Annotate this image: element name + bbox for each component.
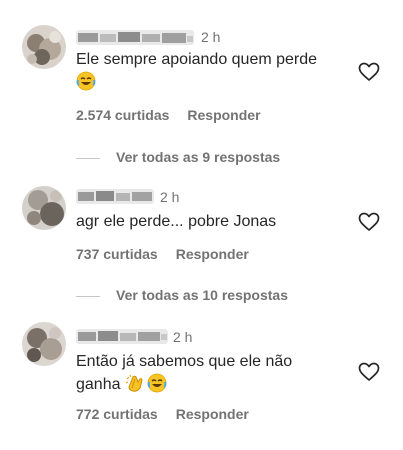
avatar[interactable] <box>22 25 66 69</box>
reply-button[interactable]: Responder <box>176 406 249 422</box>
reply-button[interactable]: Responder <box>176 246 249 262</box>
comment-text: Então já sabemos que ele não ganha <box>76 351 346 396</box>
face-with-tears-of-joy-icon <box>76 71 96 91</box>
comment-meta: 737 curtidas Responder <box>76 246 249 262</box>
view-replies-button[interactable]: Ver todas as 9 respostas <box>76 149 280 165</box>
comment-meta: 772 curtidas Responder <box>76 406 249 422</box>
avatar[interactable] <box>22 186 66 230</box>
likes-count[interactable]: 772 curtidas <box>76 406 158 422</box>
username-blurred[interactable] <box>76 189 154 204</box>
reply-button[interactable]: Responder <box>187 107 260 123</box>
comment-time: 2 h <box>160 189 180 205</box>
comment-text: Ele sempre apoiando quem perde <box>76 49 346 94</box>
view-replies-label: Ver todas as 10 respostas <box>116 287 288 303</box>
likes-count[interactable]: 2.574 curtidas <box>76 107 169 123</box>
comment-text-line-1: Então já sabemos que ele não <box>76 353 293 370</box>
comment-text-content: Ele sempre apoiando quem perde <box>76 51 318 68</box>
comment-text-content: agr ele perde... pobre Jonas <box>76 213 277 230</box>
comment-text: agr ele perde... pobre Jonas <box>76 211 346 233</box>
view-replies-label: Ver todas as 9 respostas <box>116 149 281 165</box>
username-blurred[interactable] <box>76 30 194 45</box>
clapping-hands-icon <box>125 373 145 393</box>
username-blurred[interactable] <box>76 329 168 344</box>
view-replies-button[interactable]: Ver todas as 10 respostas <box>76 287 288 303</box>
likes-count[interactable]: 737 curtidas <box>76 246 158 262</box>
avatar[interactable] <box>22 322 66 366</box>
comment-text-line-2: ganha <box>76 376 121 393</box>
comment-time: 2 h <box>201 29 221 45</box>
comment-meta: 2.574 curtidas Responder <box>76 107 261 123</box>
like-heart-icon[interactable] <box>358 212 380 232</box>
divider-line <box>76 295 100 297</box>
like-heart-icon[interactable] <box>358 62 380 82</box>
like-heart-icon[interactable] <box>358 362 380 382</box>
divider-line <box>76 157 100 159</box>
face-with-tears-of-joy-icon <box>147 373 167 393</box>
comment-time: 2 h <box>173 329 193 345</box>
